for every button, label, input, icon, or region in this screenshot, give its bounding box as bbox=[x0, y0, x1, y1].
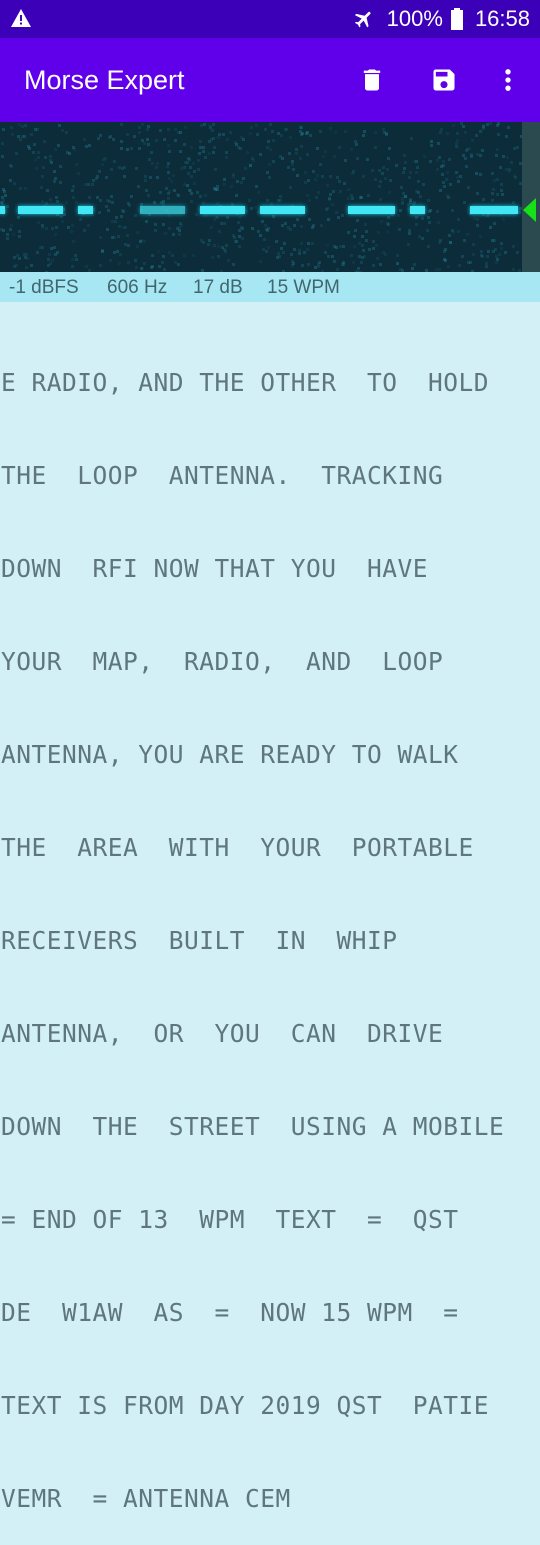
signal-dash bbox=[410, 206, 425, 214]
battery-percent: 100% bbox=[386, 6, 443, 31]
signal-dash bbox=[18, 206, 63, 214]
decoded-line: E RADIO, AND THE OTHER TO HOLD bbox=[1, 368, 490, 397]
decoded-line: ANTENNA, YOU ARE READY TO WALK bbox=[1, 740, 459, 769]
app-bar: Morse Expert bbox=[0, 38, 540, 122]
frequency-readout: 606 Hz bbox=[107, 277, 168, 298]
signal-dash bbox=[140, 206, 185, 214]
decoded-line: THE LOOP ANTENNA. TRACKING bbox=[1, 461, 444, 490]
speed-readout: 15 WPM bbox=[267, 277, 340, 298]
signal-dash bbox=[348, 206, 395, 214]
decoded-line: DE W1AW AS = NOW 15 WPM = bbox=[1, 1298, 459, 1327]
decoded-text-area[interactable]: E RADIO, AND THE OTHER TO HOLD THE LOOP … bbox=[1, 305, 540, 1545]
signal-dash bbox=[78, 206, 93, 214]
clock: 16:58 bbox=[474, 6, 530, 31]
battery-full-icon bbox=[450, 8, 463, 30]
frequency-tuner-strip[interactable] bbox=[522, 122, 540, 272]
decoded-line: DOWN THE STREET USING A MOBILE bbox=[1, 1112, 505, 1141]
decoded-line: ANTENNA, OR YOU CAN DRIVE bbox=[1, 1019, 444, 1048]
level-readout: -1 dBFS bbox=[9, 277, 79, 298]
airplane-mode-icon bbox=[354, 11, 371, 28]
waterfall-display[interactable] bbox=[0, 122, 522, 272]
signal-dash bbox=[260, 206, 305, 214]
frequency-marker-icon[interactable] bbox=[523, 198, 536, 222]
decoded-line: = END OF 13 WPM TEXT = QST bbox=[1, 1205, 459, 1234]
signal-dash bbox=[470, 206, 518, 214]
floppy-disk-icon[interactable] bbox=[430, 66, 458, 94]
waterfall-noise bbox=[0, 122, 522, 272]
decoded-line: THE AREA WITH YOUR PORTABLE bbox=[1, 833, 474, 862]
signal-info-bar: -1 dBFS 606 Hz 17 dB 15 WPM bbox=[0, 272, 540, 302]
decoded-line: YOUR MAP, RADIO, AND LOOP bbox=[1, 647, 444, 676]
status-bar: 100% 16:58 bbox=[0, 0, 540, 38]
signal-dash bbox=[0, 206, 5, 214]
decoded-line: DOWN RFI NOW THAT YOU HAVE bbox=[1, 554, 429, 583]
signal-dash bbox=[200, 206, 245, 214]
decoded-line: TEXT IS FROM DAY 2019 QST PATIE bbox=[1, 1391, 490, 1420]
more-vertical-icon[interactable] bbox=[494, 66, 522, 94]
warning-triangle-icon bbox=[11, 9, 31, 27]
app-title: Morse Expert bbox=[24, 65, 185, 95]
decoded-line: VEMR = ANTENNA CEM bbox=[1, 1484, 291, 1513]
snr-readout: 17 dB bbox=[193, 277, 243, 298]
trash-icon[interactable] bbox=[358, 66, 386, 94]
decoded-line: RECEIVERS BUILT IN WHIP bbox=[1, 926, 398, 955]
